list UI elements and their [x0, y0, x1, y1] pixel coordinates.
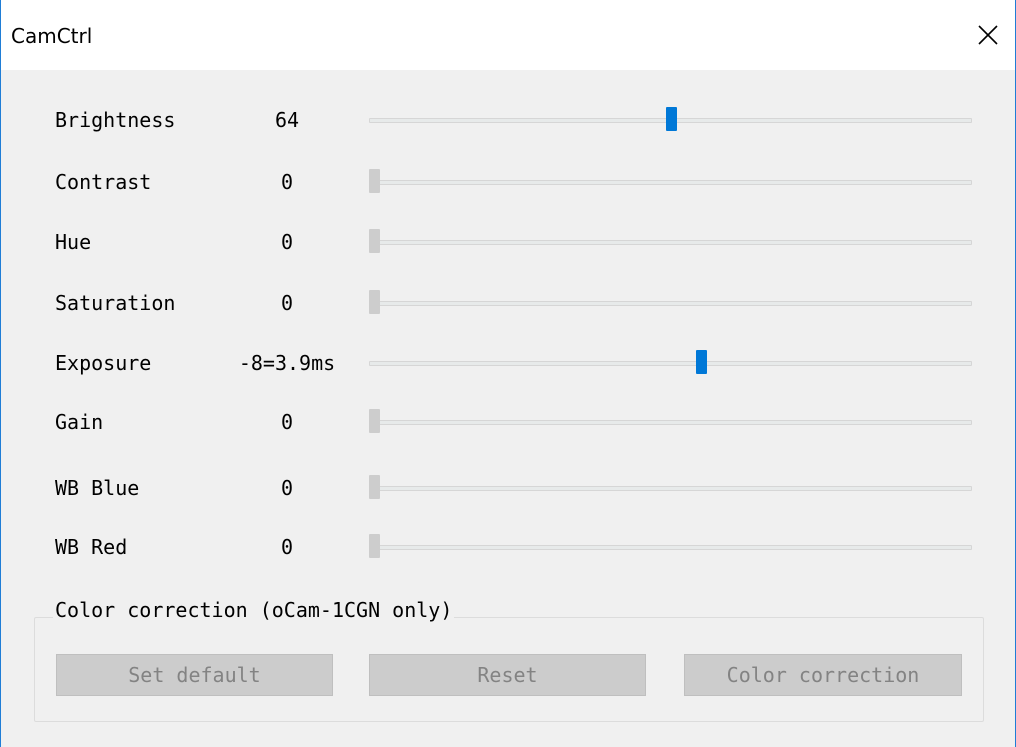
client-area: Brightness 64 Contrast 0 Hue 0 Saturatio… — [1, 70, 1015, 747]
wb-red-label: WB Red — [55, 535, 128, 559]
brightness-value: 64 — [274, 108, 300, 132]
brightness-slider[interactable] — [369, 106, 972, 134]
slider-track — [369, 180, 972, 185]
contrast-value: 0 — [280, 170, 294, 194]
saturation-value: 0 — [280, 291, 294, 315]
slider-thumb[interactable] — [369, 169, 380, 193]
contrast-row: Contrast 0 — [1, 162, 1015, 202]
reset-button[interactable]: Reset — [369, 654, 646, 696]
saturation-row: Saturation 0 — [1, 283, 1015, 323]
hue-value: 0 — [280, 230, 294, 254]
gain-label: Gain — [55, 410, 104, 434]
wb-blue-slider[interactable] — [369, 474, 972, 502]
gain-value: 0 — [280, 410, 294, 434]
title-bar: CamCtrl — [1, 0, 1015, 70]
hue-row: Hue 0 — [1, 222, 1015, 262]
contrast-label: Contrast — [55, 170, 152, 194]
wb-red-slider[interactable] — [369, 533, 972, 561]
wb-blue-label: WB Blue — [55, 476, 140, 500]
contrast-slider[interactable] — [369, 168, 972, 196]
brightness-row: Brightness 64 — [1, 100, 1015, 140]
slider-thumb[interactable] — [695, 350, 707, 374]
color-correction-group-label: Color correction (oCam-1CGN only) — [53, 598, 455, 622]
brightness-label: Brightness — [55, 108, 176, 132]
slider-thumb[interactable] — [369, 534, 380, 558]
slider-track — [369, 301, 972, 306]
color-correction-button[interactable]: Color correction — [684, 654, 962, 696]
wb-blue-value: 0 — [280, 476, 294, 500]
slider-track — [369, 420, 972, 425]
wb-red-value: 0 — [280, 535, 294, 559]
exposure-row: Exposure -8=3.9ms — [1, 343, 1015, 383]
saturation-slider[interactable] — [369, 289, 972, 317]
exposure-slider[interactable] — [369, 349, 972, 377]
gain-row: Gain 0 — [1, 402, 1015, 442]
set-default-button[interactable]: Set default — [56, 654, 333, 696]
wb-red-row: WB Red 0 — [1, 527, 1015, 567]
slider-thumb[interactable] — [665, 107, 677, 131]
slider-track — [369, 361, 972, 366]
close-icon — [978, 25, 998, 45]
slider-track — [369, 486, 972, 491]
slider-track — [369, 545, 972, 550]
slider-track — [369, 240, 972, 245]
wb-blue-row: WB Blue 0 — [1, 468, 1015, 508]
exposure-value: -8=3.9ms — [238, 351, 336, 375]
hue-label: Hue — [55, 230, 92, 254]
hue-slider[interactable] — [369, 228, 972, 256]
slider-thumb[interactable] — [369, 409, 380, 433]
slider-thumb[interactable] — [369, 229, 380, 253]
window-title: CamCtrl — [11, 24, 93, 48]
gain-slider[interactable] — [369, 408, 972, 436]
camctrl-window: CamCtrl Brightness 64 Contrast 0 Hue 0 S… — [0, 0, 1016, 747]
slider-thumb[interactable] — [369, 475, 380, 499]
exposure-label: Exposure — [55, 351, 152, 375]
close-button[interactable] — [961, 0, 1015, 70]
saturation-label: Saturation — [55, 291, 176, 315]
slider-thumb[interactable] — [369, 290, 380, 314]
